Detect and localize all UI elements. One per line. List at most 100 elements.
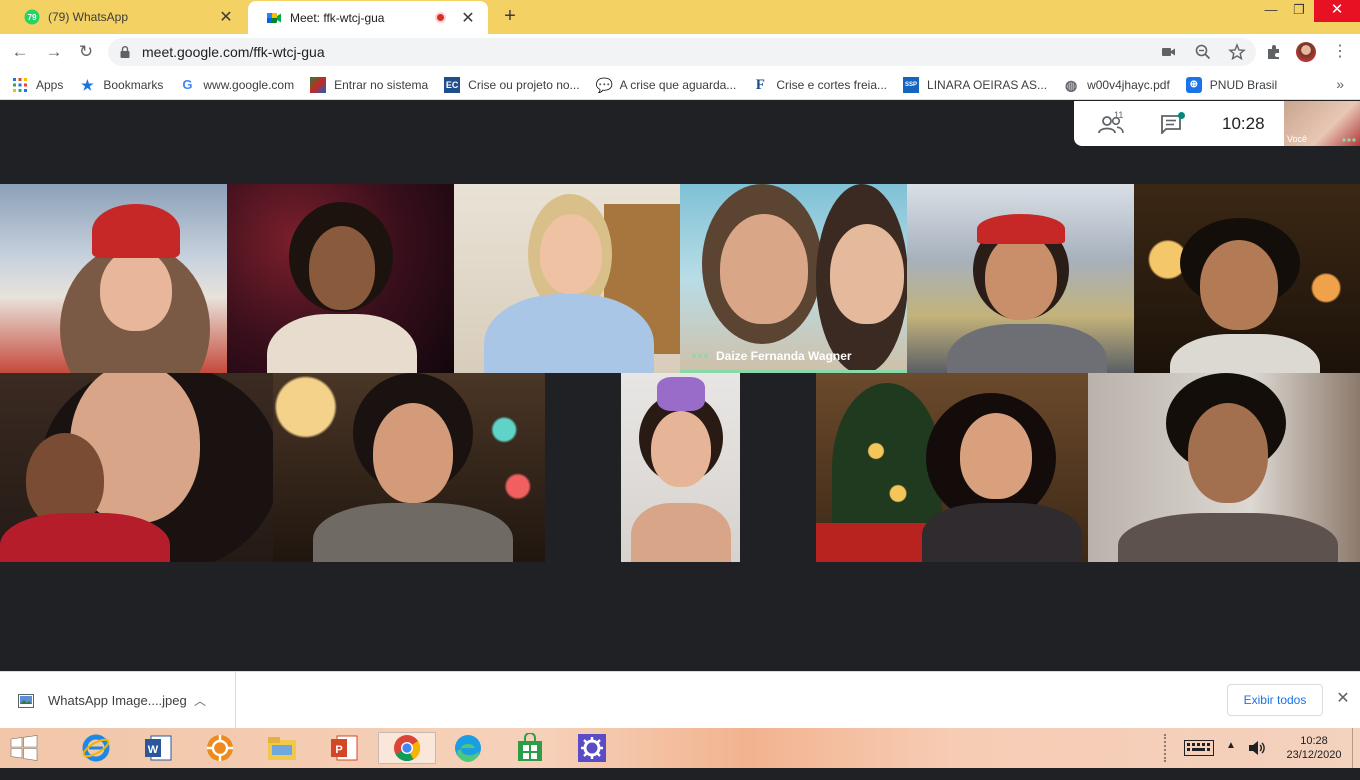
chat-notification-dot [1178, 112, 1185, 119]
start-button[interactable] [8, 732, 40, 764]
ssp-icon: SSP [903, 76, 920, 93]
participant-tile[interactable] [907, 184, 1134, 373]
image-file-icon [18, 693, 34, 708]
bookmark-apps[interactable]: Apps [12, 77, 63, 93]
taskbar-time: 10:28 [1300, 735, 1328, 747]
participant-video [309, 226, 375, 310]
participant-tile[interactable] [0, 184, 227, 373]
word-icon[interactable]: W [142, 732, 174, 764]
f-icon: F [755, 76, 765, 93]
participant-tile[interactable] [816, 373, 1088, 562]
file-explorer-icon[interactable] [266, 732, 298, 764]
chrome-icon[interactable] [378, 732, 436, 764]
bookmark-star-icon[interactable] [1228, 43, 1246, 61]
participant-tile[interactable] [545, 373, 816, 562]
participant-tile[interactable] [1134, 184, 1360, 373]
bookmark-pdf[interactable]: ◍ w00v4jhayc.pdf [1063, 77, 1170, 93]
address-bar[interactable]: meet.google.com/ffk-wtcj-gua [108, 38, 1256, 66]
participant-video [985, 234, 1057, 320]
back-button[interactable]: ← [8, 40, 32, 64]
store-icon[interactable] [514, 732, 546, 764]
volume-icon[interactable] [1248, 740, 1266, 780]
profile-avatar[interactable] [1296, 42, 1316, 62]
participant-video [373, 403, 453, 503]
download-shelf: WhatsApp Image....jpeg ︿ Exibir todos ✕ [0, 671, 1360, 729]
bookmark-crise-cortes[interactable]: F Crise e cortes freia... [752, 77, 887, 93]
more-bookmarks-button[interactable]: » [1336, 76, 1344, 92]
bookmark-label: Apps [36, 77, 64, 92]
participant-video [657, 377, 705, 411]
restore-button[interactable]: ❐ [1284, 0, 1314, 22]
bookmarks-bar: Apps ★ Bookmarks G www.google.com Entrar… [0, 70, 1360, 100]
internet-explorer-icon[interactable] [80, 732, 112, 764]
show-hidden-icons[interactable]: ▲ [1226, 740, 1236, 780]
participant-tile[interactable] [1088, 373, 1360, 562]
participant-tile[interactable]: Daize Fernanda Wagner [680, 184, 907, 373]
omnibox-icons [1160, 43, 1246, 61]
participant-tile[interactable] [0, 373, 273, 562]
bookmark-crise-projeto[interactable]: EC Crise ou projeto no... [444, 76, 580, 93]
participant-video [0, 513, 170, 562]
participant-video [631, 503, 731, 562]
self-label: Você [1287, 134, 1308, 144]
tab-strip: 79 (79) WhatsApp ✕ Meet: ffk-wtcj-gua ✕ … [0, 0, 1360, 34]
site-icon [310, 76, 327, 93]
close-shelf-icon[interactable]: ✕ [1334, 690, 1352, 708]
participant-video [484, 294, 654, 373]
show-desktop-button[interactable] [1352, 728, 1360, 768]
meeting-clock: 10:28 [1222, 114, 1265, 133]
bookmark-label: www.google.com [203, 77, 295, 92]
audio-indicator-icon [692, 354, 708, 358]
tab-whatsapp[interactable]: 79 (79) WhatsApp ✕ [6, 0, 246, 34]
settings-gear-icon[interactable] [576, 732, 608, 764]
windows-logo-icon [10, 735, 38, 761]
participant-tile[interactable] [227, 184, 454, 373]
new-tab-button[interactable]: + [498, 5, 522, 29]
bookmark-crise-aguarda[interactable]: 💬 A crise que aguarda... [596, 77, 737, 93]
speaker-name: Daize Fernanda Wagner [716, 349, 852, 363]
participant-tile[interactable] [273, 373, 545, 562]
bookmark-bookmarks[interactable]: ★ Bookmarks [79, 77, 163, 93]
participant-tile[interactable] [454, 184, 680, 373]
download-item[interactable]: WhatsApp Image....jpeg ︿ [18, 672, 236, 729]
chevron-up-icon[interactable]: ︿ [194, 692, 206, 709]
participant-video [313, 503, 513, 562]
tab-meet[interactable]: Meet: ffk-wtcj-gua ✕ [248, 1, 488, 34]
minimize-button[interactable]: — [1256, 0, 1286, 22]
taskbar-clock[interactable]: 10:28 23/12/2020 [1282, 734, 1346, 762]
taskbar-date: 23/12/2020 [1286, 749, 1342, 761]
bookmark-label: Crise ou projeto no... [468, 77, 580, 92]
un-icon: ⊕ [1185, 76, 1202, 93]
url-text: meet.google.com/ffk-wtcj-gua [142, 44, 325, 60]
close-window-button[interactable]: ✕ [1314, 0, 1360, 22]
close-tab-icon[interactable]: ✕ [460, 8, 476, 28]
participant-video [1200, 240, 1278, 330]
windows-taskbar: W P ▲ 10:28 23/12/2020 [0, 728, 1360, 768]
tab-title: Meet: ffk-wtcj-gua [290, 10, 385, 25]
tray-grip [1164, 734, 1172, 762]
whatsapp-badge: 79 [28, 13, 37, 22]
reload-button[interactable]: ↻ [74, 40, 98, 64]
participant-video [1170, 334, 1320, 373]
participant-video [621, 373, 740, 562]
more-options-icon[interactable] [1342, 138, 1356, 142]
bookmark-label: Entrar no sistema [334, 77, 429, 92]
bookmark-pnud[interactable]: ⊕ PNUD Brasil [1185, 76, 1277, 93]
camera-icon[interactable] [1160, 43, 1178, 61]
close-tab-icon[interactable]: ✕ [218, 7, 234, 27]
extensions-icon[interactable] [1264, 42, 1284, 62]
svg-text:W: W [148, 744, 159, 756]
orange-app-icon[interactable] [204, 732, 236, 764]
zoom-icon[interactable] [1194, 43, 1212, 61]
edge-icon[interactable] [452, 732, 484, 764]
bookmark-google[interactable]: G www.google.com [179, 77, 294, 93]
keyboard-icon[interactable] [1184, 740, 1214, 780]
menu-kebab-icon[interactable]: ⋮ [1330, 42, 1350, 62]
self-view-tile[interactable]: Você [1284, 101, 1360, 146]
globe-icon: ◍ [1064, 76, 1078, 93]
bookmark-entrar[interactable]: Entrar no sistema [310, 76, 429, 93]
forward-button[interactable]: → [42, 40, 66, 64]
powerpoint-icon[interactable]: P [328, 732, 360, 764]
show-all-downloads-button[interactable]: Exibir todos [1227, 684, 1323, 716]
bookmark-linara[interactable]: SSP LINARA OEIRAS AS... [903, 76, 1047, 93]
